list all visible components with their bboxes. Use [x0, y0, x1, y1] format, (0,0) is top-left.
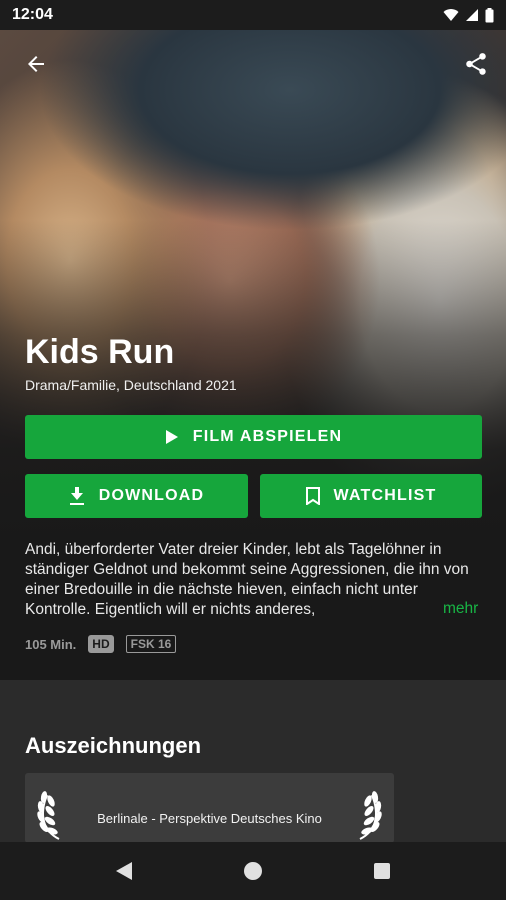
- fsk-badge: FSK 16: [125, 635, 177, 653]
- awards-heading: Auszeichnungen: [25, 733, 202, 758]
- download-label: DOWNLOAD: [98, 487, 205, 504]
- nav-home-button[interactable]: [233, 851, 273, 891]
- triangle-back-icon: [116, 862, 133, 880]
- watchlist-button[interactable]: WATCHLIST: [260, 474, 482, 518]
- status-time: 12:04: [12, 6, 53, 23]
- movie-subtitle: Drama/Familie, Deutschland 2021: [25, 377, 237, 393]
- download-button[interactable]: DOWNLOAD: [25, 474, 248, 518]
- signal-icon: [466, 9, 478, 21]
- movie-title: Kids Run: [25, 333, 175, 371]
- share-button[interactable]: [462, 50, 490, 78]
- bookmark-icon: [305, 487, 320, 505]
- circle-home-icon: [243, 862, 262, 880]
- play-film-button[interactable]: FILM ABSPIELEN: [25, 415, 482, 459]
- duration-label: 105 Min.: [25, 636, 77, 652]
- share-icon: [466, 53, 486, 75]
- description-fade: [330, 600, 440, 622]
- award-card[interactable]: Berlinale - Perspektive Deutsches Kino: [25, 773, 394, 843]
- navigation-bar: [0, 842, 506, 900]
- arrow-back-icon: [28, 56, 44, 72]
- square-recents-icon: [373, 863, 390, 879]
- back-button[interactable]: [22, 50, 50, 78]
- more-link[interactable]: mehr: [443, 600, 478, 618]
- battery-icon: [485, 7, 494, 22]
- play-film-label: FILM ABSPIELEN: [192, 428, 343, 445]
- status-icons: [443, 7, 494, 23]
- play-icon: [165, 430, 178, 444]
- status-bar: 12:04: [0, 0, 506, 30]
- movie-meta: 105 Min. HD FSK 16: [25, 635, 177, 653]
- watchlist-label: WATCHLIST: [333, 487, 437, 504]
- laurel-icon: [359, 791, 382, 840]
- wifi-icon: [443, 9, 459, 21]
- nav-back-button[interactable]: [104, 851, 144, 891]
- hero: Kids Run Drama/Familie, Deutschland 2021…: [0, 30, 506, 680]
- download-icon: [69, 487, 84, 505]
- nav-recents-button[interactable]: [362, 851, 402, 891]
- award-label: Berlinale - Perspektive Deutsches Kino: [97, 811, 322, 826]
- hd-badge: HD: [88, 635, 114, 653]
